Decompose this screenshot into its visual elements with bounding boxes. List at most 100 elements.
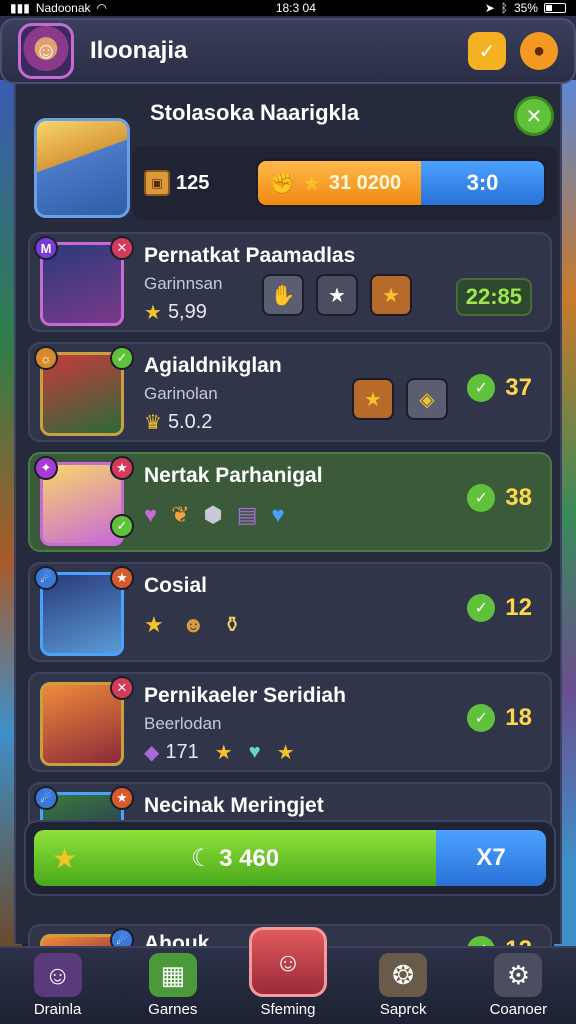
fist-icon: ✊	[270, 172, 295, 195]
star-item-icon[interactable]: ★	[316, 274, 358, 316]
nav-label: Garnes	[148, 1001, 198, 1018]
featured-count: 125	[176, 171, 210, 194]
timer-box: 22:85	[455, 278, 532, 316]
list-item[interactable]: ☄ ★ Cosial ★ ☻ ⚱ ✓ 12	[28, 562, 552, 662]
featured-card[interactable]: Stolasoka Naarigkla ✕ ▣ 125 ✊ ★ 31 0200 …	[22, 94, 558, 224]
hero-score: 12	[505, 594, 532, 621]
class-badge-icon: M	[34, 236, 58, 260]
class-badge-icon: ✦	[34, 456, 58, 480]
blue-heart-item-icon[interactable]: ♥	[272, 502, 285, 528]
battery-percent: 35%	[513, 1, 538, 15]
hero-stat: ◆ 171 ★ ♥ ★	[144, 740, 295, 765]
item-slots: ✋ ★ ★	[262, 274, 412, 316]
star-badge-icon: ★	[110, 456, 134, 480]
check-icon: ✓	[467, 704, 496, 732]
nav-item-saprck[interactable]: ❂ Saprck	[353, 953, 453, 1018]
close-badge-icon: ✕	[110, 236, 134, 260]
location-icon: ➤	[484, 1, 495, 15]
cube-item-icon[interactable]: ⬢	[204, 502, 223, 528]
gold-star-item-icon[interactable]: ★	[370, 274, 412, 316]
battery-icon	[543, 3, 566, 13]
star-icon: ★	[144, 302, 162, 324]
featured-stats-row: ▣ 125 ✊ ★ 31 0200 3:0	[132, 146, 558, 220]
hero-name: Necinak Meringjet	[144, 794, 324, 817]
claim-button[interactable]: ★ ☾ 3 460	[34, 830, 436, 886]
scroll-item-icon[interactable]: ▤	[237, 502, 258, 528]
rainbow-gem-icon: ♥	[248, 741, 261, 763]
hero-name: Agialdnikglan	[144, 354, 282, 377]
hero-score: 37	[505, 374, 532, 401]
hero-name: Cosial	[144, 574, 208, 597]
list-item[interactable]: ✕ Pernikaeler Seridiah Beerlodan ◆ 171 ★…	[28, 672, 552, 772]
pet-icon: ❂	[379, 953, 428, 997]
hero-score: 38	[505, 484, 532, 511]
gear-icon: ⚙	[494, 953, 543, 997]
item-slots: ★ ◈	[352, 378, 448, 420]
hero-name: Pernikaeler Seridiah	[144, 684, 346, 707]
gem-icon: ◆	[144, 742, 160, 764]
item-slots: ★ ☻ ⚱	[144, 612, 241, 638]
list-item[interactable]: M ✕ Pernatkat Paamadlas Garinnsan ★ 5,99…	[28, 232, 552, 332]
check-badge-icon: ✓	[110, 514, 134, 538]
crown-icon: ♛	[144, 412, 162, 434]
nav-item-sfeming[interactable]: ☺ Sfeming	[238, 927, 338, 1018]
item-slots: ♥ ❦ ⬢ ▤ ♥	[144, 502, 285, 528]
list-item[interactable]: ✦ ★ ✓ Nertak Parhanigal ♥ ❦ ⬢ ▤ ♥ ✓ 38	[28, 452, 552, 552]
close-icon[interactable]: ✕	[514, 96, 554, 136]
bottom-nav: ☺ Drainla ▦ Garnes ☺ Sfeming ❂ Saprck ⚙ …	[0, 927, 576, 1024]
carrier-name: Nadoonak	[35, 1, 91, 15]
score-box: ✓ 38	[467, 484, 532, 512]
page-title: Iloonajia	[90, 37, 188, 64]
quest-check-button[interactable]: ✓	[468, 32, 506, 70]
check-badge-icon: ✓	[110, 346, 134, 370]
hero-subtitle: Garinnsan	[144, 274, 223, 293]
hero-stat: ♛ 5.0.2	[144, 410, 212, 435]
potion-item-icon[interactable]: ⚱	[223, 612, 241, 638]
wings-item-icon[interactable]: ❦	[171, 502, 189, 528]
hero-name: Nertak Parhanigal	[144, 464, 323, 487]
gold-star-item-icon[interactable]: ★	[352, 378, 394, 420]
claim-bar: ★ ☾ 3 460 X7	[24, 820, 556, 896]
nav-item-garnes[interactable]: ▦ Garnes	[123, 953, 223, 1018]
settings-button[interactable]: ●	[520, 32, 558, 70]
app-header: ☺ Iloonajia ✓ ●	[0, 18, 576, 84]
gauntlet-item-icon[interactable]: ✋	[262, 274, 304, 316]
hero-subtitle: Beerlodan	[144, 714, 222, 733]
nav-label: Drainla	[33, 1001, 82, 1018]
nav-label: Saprck	[379, 1001, 427, 1018]
close-badge-icon: ✕	[110, 676, 134, 700]
progress-right-value: 3:0	[421, 161, 544, 205]
multiplier-button[interactable]: X7	[436, 830, 546, 886]
claim-label: ☾ 3 460	[34, 844, 436, 873]
score-box: ✓ 12	[467, 594, 532, 622]
hero-name: Pernatkat Paamadlas	[144, 244, 356, 267]
heart-item-icon[interactable]: ♥	[144, 502, 157, 528]
content-panel: Stolasoka Naarigkla ✕ ▣ 125 ✊ ★ 31 0200 …	[14, 84, 562, 970]
shield-item-icon[interactable]: ◈	[406, 378, 448, 420]
nav-item-drainla[interactable]: ☺ Drainla	[8, 953, 108, 1018]
player-avatar[interactable]: ☺	[18, 23, 74, 79]
nav-item-coanoer[interactable]: ⚙ Coanoer	[468, 953, 568, 1018]
claim-value: 3 460	[219, 844, 280, 872]
star-icon: ★	[302, 172, 321, 195]
star-icon: ★	[276, 742, 295, 764]
class-badge-icon: ☄	[34, 786, 58, 810]
progress-label: 31 0200	[328, 171, 402, 194]
star-icon: ★	[214, 742, 233, 764]
bluetooth-icon: ᛒ	[500, 1, 508, 15]
hero-stat-value: 5.0.2	[167, 411, 213, 433]
hero-timer: 22:85	[455, 278, 532, 316]
hero-icon: ☺	[248, 927, 327, 997]
face-item-icon[interactable]: ☻	[182, 612, 205, 638]
character-icon: ☺	[33, 953, 82, 997]
chest-icon: ▣	[144, 170, 170, 196]
list-item[interactable]: ☼ ✓ Agialdnikglan Garinolan ♛ 5.0.2 ★ ◈ …	[28, 342, 552, 442]
star-item-icon[interactable]: ★	[144, 612, 164, 638]
class-badge-icon: ☄	[34, 566, 58, 590]
check-icon: ✓	[467, 594, 496, 622]
featured-hero-portrait	[34, 118, 130, 218]
check-icon: ✓	[467, 484, 496, 512]
hero-stat: ★ 5,99	[144, 300, 207, 325]
clock: 18:3 04	[275, 1, 316, 15]
check-icon: ✓	[467, 374, 496, 402]
